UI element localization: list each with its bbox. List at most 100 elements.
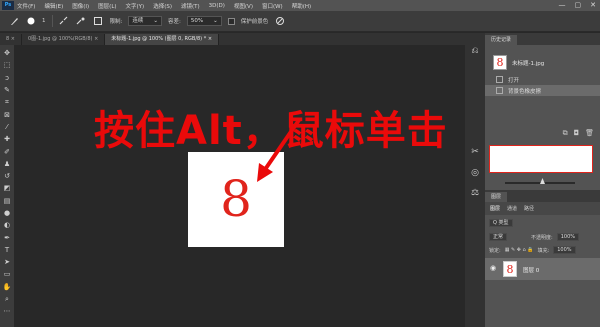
layer-filter-select[interactable]: Q 类型 [489, 219, 513, 227]
tab-channels[interactable]: 通道 [507, 205, 517, 212]
eye-icon[interactable]: ◉ [490, 265, 498, 272]
tools-panel-icon[interactable]: ✂ [469, 146, 481, 158]
quick-select-tool-icon[interactable]: ✎ [1, 84, 13, 96]
adjustments-panel-icon[interactable]: ◎ [469, 167, 481, 179]
navigator-preview[interactable] [489, 145, 593, 173]
layer-row[interactable]: ◉ 8 图层 0 [485, 258, 600, 280]
menu-bar: Ps 文件(F) 编辑(E) 图像(I) 图层(L) 文字(Y) 选择(S) 滤… [0, 0, 600, 11]
layers-panel-header: 图层 [485, 190, 600, 202]
history-item-label: 背景色橡皮擦 [508, 88, 542, 95]
more-tools-icon[interactable]: ⋯ [1, 305, 13, 317]
protect-foreground-checkbox[interactable] [227, 17, 235, 25]
opacity-label: 不透明度: [531, 234, 553, 241]
limits-label: 限制: [109, 19, 123, 25]
layer-name: 图层 0 [523, 268, 540, 274]
history-item-eraser[interactable]: 背景色橡皮擦 [485, 85, 600, 96]
lock-icons[interactable]: ▦ ✎ ✥ ⌂ 🔒 [505, 247, 534, 253]
tab-history[interactable]: 历史记录 [485, 35, 518, 45]
annotation-arrow [257, 118, 301, 182]
brush-tool-icon[interactable]: ✐ [1, 145, 13, 157]
blur-tool-icon[interactable]: ● [1, 207, 13, 219]
menu-file[interactable]: 文件(F) [17, 2, 35, 10]
blend-mode-select[interactable]: 正常 [489, 233, 508, 241]
menu-help[interactable]: 帮助(H) [292, 2, 311, 10]
menu-filter[interactable]: 滤镜(T) [181, 2, 200, 10]
brush-size-value: 1 [42, 18, 46, 24]
chevron-down-icon: ⌄ [213, 18, 218, 24]
marquee-tool-icon[interactable]: ⬚ [1, 59, 13, 71]
minimize-button[interactable]: — [559, 1, 566, 9]
history-panel-icon[interactable]: ⎌ [469, 45, 481, 57]
menu-layer[interactable]: 图层(L) [98, 2, 116, 10]
history-panel-header: 历史记录 [485, 33, 600, 45]
history-item-label: 打开 [508, 77, 520, 84]
crop-tool-icon[interactable]: ⌗ [1, 96, 13, 108]
pen-tool-icon[interactable]: ✒ [1, 231, 13, 243]
layer-thumbnail: 8 [503, 261, 517, 277]
tab-doc-2[interactable]: 0图-1.jpg @ 100%(RGB/8) × [21, 34, 106, 45]
trash-icon[interactable]: 🗑 [585, 129, 594, 138]
zoom-tool-icon[interactable]: ⌕ [1, 293, 13, 305]
layer-filter-row: Q 类型 [489, 219, 513, 227]
history-item-open[interactable]: 打开 [485, 74, 600, 85]
zoom-slider-knob[interactable] [540, 178, 545, 184]
eyedropper-tool-icon[interactable]: ⁄ [1, 121, 13, 133]
sampling-swatch-icon[interactable] [93, 16, 104, 27]
history-actions: ⧉ ◘ 🗑 [563, 129, 594, 138]
path-select-tool-icon[interactable]: ➤ [1, 256, 13, 268]
tab-doc-1[interactable]: 8 × [0, 34, 22, 45]
maximize-button[interactable]: ▢ [575, 1, 582, 9]
fill-field[interactable]: 100% [553, 246, 576, 254]
hand-tool-icon[interactable]: ✋ [1, 281, 13, 293]
menu-3d[interactable]: 3D(D) [209, 3, 225, 9]
tool-preset-icon[interactable] [8, 16, 19, 27]
opacity-field[interactable]: 100% [556, 233, 579, 241]
dodge-tool-icon[interactable]: ◐ [1, 219, 13, 231]
canvas-workspace[interactable]: 按住Alt，鼠标单击 8 [14, 45, 465, 327]
tab-layers[interactable]: 图层 [490, 205, 500, 212]
menu-window[interactable]: 窗口(W) [262, 2, 283, 10]
properties-panel-icon[interactable]: ⚖ [469, 187, 481, 199]
navigator-panel [485, 143, 600, 190]
tab-paths[interactable]: 路径 [524, 205, 534, 212]
menu-image[interactable]: 图像(I) [72, 2, 89, 10]
lasso-tool-icon[interactable]: ↄ [1, 72, 13, 84]
divider [51, 15, 53, 27]
menu-edit[interactable]: 编辑(E) [44, 2, 63, 10]
panel-icon-column: ⎌ ✂ ◎ ⚖ [465, 33, 485, 327]
healing-tool-icon[interactable]: ✚ [1, 133, 13, 145]
tolerance-value: 50% [190, 18, 204, 24]
pressure-size-icon[interactable] [274, 16, 285, 27]
sampling-once-icon[interactable] [76, 16, 87, 27]
stamp-tool-icon[interactable]: ♟ [1, 158, 13, 170]
menu-view[interactable]: 视图(V) [234, 2, 253, 10]
move-tool-icon[interactable]: ✥ [1, 47, 13, 59]
eraser-tool-icon[interactable]: ◩ [1, 182, 13, 194]
history-snapshot[interactable]: 8 未标题-1.jpg [485, 53, 600, 73]
brush-preview-icon[interactable] [25, 16, 36, 27]
history-brush-tool-icon[interactable]: ↺ [1, 170, 13, 182]
menu-type[interactable]: 文字(Y) [126, 2, 145, 10]
sampling-continuous-icon[interactable] [59, 16, 70, 27]
tolerance-field[interactable]: 50% ⌄ [186, 16, 222, 26]
document-tab-bar: 8 × 0图-1.jpg @ 100%(RGB/8) × 未标题-1.jpg @… [0, 33, 465, 45]
photoshop-logo: Ps [2, 1, 14, 10]
chevron-down-icon: ⌄ [153, 18, 158, 24]
options-bar: 1 限制: 连续 ⌄ 容差: 50% ⌄ 保护前景色 [0, 11, 600, 32]
menu-select[interactable]: 选择(S) [153, 2, 172, 10]
gradient-tool-icon[interactable]: ▤ [1, 195, 13, 207]
tolerance-label: 容差: [167, 19, 181, 25]
tab-doc-active[interactable]: 未标题-1.jpg @ 100% (图层 0, RGB/8) * × [105, 34, 220, 45]
tab-layers-group[interactable]: 图层 [485, 192, 508, 202]
limits-select[interactable]: 连续 ⌄ [128, 16, 162, 26]
new-document-icon[interactable]: ⧉ [563, 129, 568, 138]
type-tool-icon[interactable]: T [1, 244, 13, 256]
camera-icon[interactable]: ◘ [574, 129, 580, 138]
frame-tool-icon[interactable]: ⊠ [1, 108, 13, 120]
zoom-slider[interactable] [505, 182, 575, 184]
history-state-icon [496, 87, 503, 94]
lock-row: 锁定: ▦ ✎ ✥ ⌂ 🔒 填充: 100% [489, 246, 576, 254]
shape-tool-icon[interactable]: ▭ [1, 268, 13, 280]
close-button[interactable]: ✕ [590, 1, 596, 9]
window-controls: — ▢ ✕ [559, 1, 597, 9]
